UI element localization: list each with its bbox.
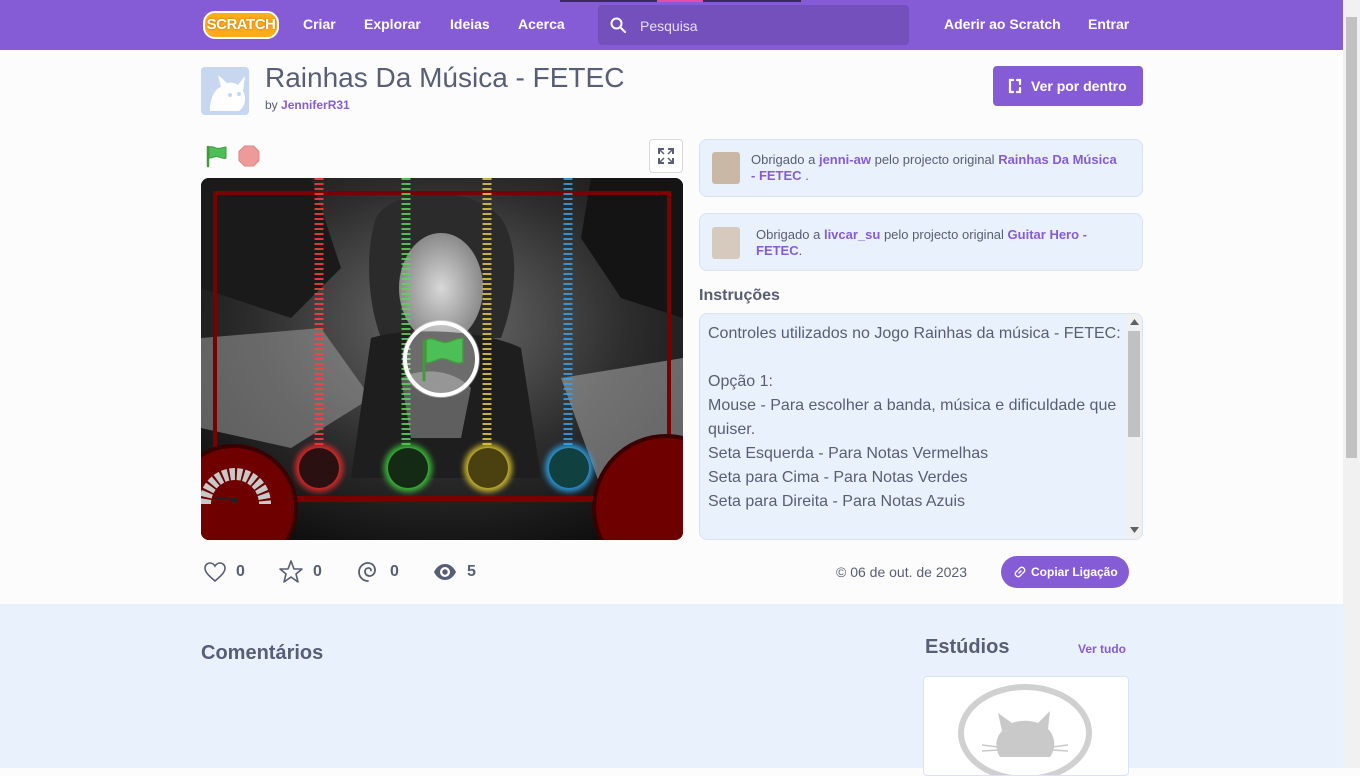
remixes-count: 0 — [390, 563, 399, 580]
nav-ideas[interactable]: Ideias — [450, 0, 490, 50]
see-all-studios-link[interactable]: Ver tudo — [1078, 642, 1126, 656]
nav-about[interactable]: Acerca — [518, 0, 565, 50]
stage-canvas — [201, 178, 683, 540]
instructions-heading: Instruções — [699, 287, 780, 304]
studios-heading: Estúdios — [925, 636, 1010, 658]
credit-1-middle: pelo projecto original — [874, 152, 995, 167]
byline-prefix: by — [265, 98, 278, 112]
credit-1-user-link[interactable]: jenni-aw — [819, 152, 871, 167]
stop-icon[interactable] — [238, 145, 260, 167]
nav-explore[interactable]: Explorar — [364, 0, 421, 50]
see-inside-icon — [1008, 78, 1022, 94]
credit-box-1: Obrigado a jenni-aw pelo projecto origin… — [699, 139, 1143, 197]
studio-cat-icon — [958, 684, 1092, 775]
scroll-down-icon[interactable] — [1130, 527, 1139, 533]
author-avatar[interactable] — [201, 67, 249, 115]
credit-2-user-link[interactable]: livcar_su — [824, 227, 880, 242]
comments-heading: Comentários — [201, 642, 324, 664]
loves-count: 0 — [236, 563, 245, 580]
share-date: © 06 de out. de 2023 — [836, 564, 967, 580]
search-box — [598, 5, 909, 47]
instructions-box[interactable]: Controles utilizados no Jogo Rainhas da … — [699, 313, 1143, 540]
star-icon[interactable] — [278, 559, 304, 585]
project-title: Rainhas Da Música - FETEC — [265, 62, 625, 93]
join-scratch-link[interactable]: Aderir ao Scratch — [944, 0, 1061, 50]
see-inside-button[interactable]: Ver por dentro — [993, 66, 1143, 106]
nav-create[interactable]: Criar — [303, 0, 336, 50]
studio-card[interactable] — [923, 676, 1129, 776]
scratch-logo[interactable]: SCRATCH — [203, 11, 279, 39]
cat-icon — [201, 67, 249, 115]
views-count: 5 — [467, 563, 476, 580]
credit-2-thumbnail[interactable] — [712, 227, 740, 259]
credit-1-thumbnail[interactable] — [712, 152, 740, 184]
scroll-up-icon[interactable] — [1130, 319, 1139, 325]
credit-2-prefix: Obrigado a — [756, 227, 821, 242]
credit-2-suffix: . — [798, 243, 803, 258]
search-input[interactable] — [638, 5, 902, 47]
instructions-scrollbar[interactable] — [1126, 314, 1142, 539]
credit-1-prefix: Obrigado a — [751, 152, 816, 167]
remix-icon[interactable] — [356, 560, 380, 584]
fullscreen-icon — [658, 148, 674, 164]
credit-box-2: Obrigado a livcar_su pelo projecto origi… — [699, 213, 1143, 271]
favorites-count: 0 — [313, 563, 322, 580]
heart-icon[interactable] — [203, 560, 227, 584]
link-icon — [1014, 566, 1026, 578]
fullscreen-button[interactable] — [649, 139, 683, 173]
instructions-scrollbar-thumb[interactable] — [1128, 331, 1140, 437]
page-scrollbar-thumb[interactable] — [1346, 17, 1357, 458]
author-link[interactable]: JenniferR31 — [281, 98, 350, 112]
search-icon — [610, 17, 626, 33]
credit-2-text: Obrigado a livcar_su pelo projecto origi… — [756, 227, 1126, 259]
copy-link-label: Copiar Ligação — [1031, 565, 1118, 579]
eye-icon — [434, 564, 456, 580]
project-byline: by JenniferR31 — [265, 98, 350, 112]
credit-2-middle: pelo projecto original — [883, 227, 1004, 242]
lower-section — [0, 604, 1343, 768]
see-inside-label: Ver por dentro — [1031, 78, 1127, 94]
top-nav-bar: SCRATCH Criar Explorar Ideias Acerca Ade… — [0, 0, 1343, 50]
copy-link-button[interactable]: Copiar Ligação — [1001, 556, 1129, 588]
credit-1-suffix: . — [805, 168, 809, 183]
instructions-text: Controles utilizados no Jogo Rainhas da … — [708, 325, 1121, 510]
credit-1-text: Obrigado a jenni-aw pelo projecto origin… — [751, 152, 1121, 184]
loading-bar-progress — [657, 0, 703, 2]
green-flag-icon[interactable] — [205, 144, 229, 168]
sign-in-link[interactable]: Entrar — [1088, 0, 1129, 50]
project-stage[interactable] — [201, 178, 683, 540]
